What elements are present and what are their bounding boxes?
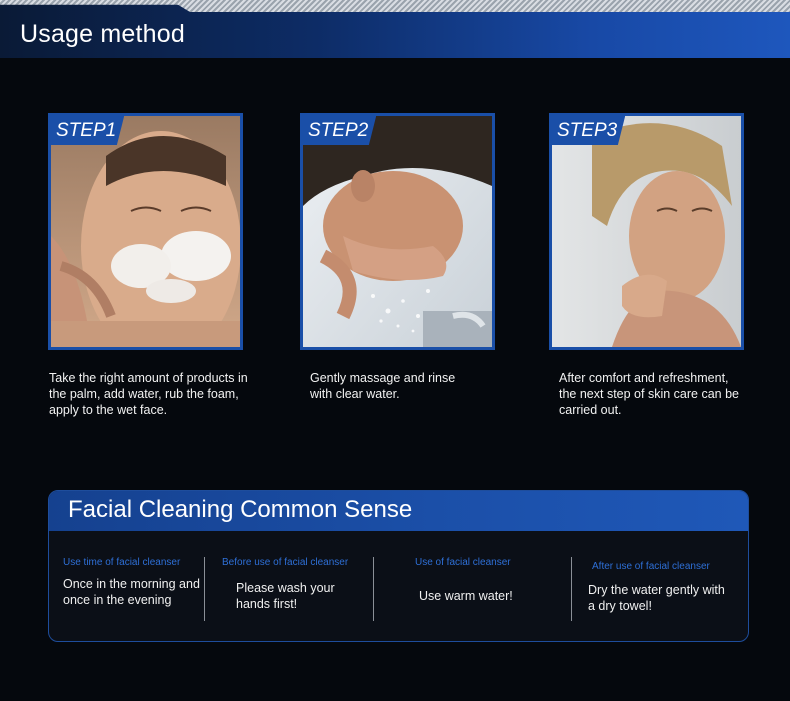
tip-body: Please wash your hands first!: [236, 581, 335, 611]
face-foam-photo: [51, 116, 240, 347]
step-2-description: Gently massage and rinse with clear wate…: [310, 371, 456, 401]
tip-heading: Before use of facial cleanser: [222, 557, 349, 568]
step-3-card: STEP3: [549, 113, 744, 350]
tip-body: Use warm water!: [419, 589, 513, 603]
step-1-description: Take the right amount of products in the…: [49, 371, 248, 417]
common-sense-title: Facial Cleaning Common Sense: [68, 496, 413, 523]
step-1-card: STEP1: [48, 113, 243, 350]
column-divider: [204, 557, 205, 621]
tip-heading: Use of facial cleanser: [415, 557, 511, 568]
tip-column-during-use: Use of facial cleanser Use warm water!: [415, 557, 575, 604]
refreshed-face-photo: [552, 116, 741, 347]
page-title: Usage method: [20, 20, 185, 48]
tip-body: Dry the water gently with a dry towel!: [588, 583, 725, 613]
rinsing-face-photo: [303, 116, 492, 347]
tip-column-before-use: Before use of facial cleanser Please was…: [222, 557, 372, 612]
common-sense-header: Facial Cleaning Common Sense: [49, 491, 748, 531]
column-divider: [571, 557, 572, 621]
tip-heading: After use of facial cleanser: [592, 561, 710, 572]
step-label: STEP3: [552, 116, 626, 145]
step-label: STEP1: [51, 116, 125, 145]
step-label: STEP2: [303, 116, 377, 145]
common-sense-panel: Facial Cleaning Common Sense Use time of…: [48, 490, 749, 642]
decorative-stripes: [0, 0, 790, 12]
step-2-card: STEP2: [300, 113, 495, 350]
step-3-description: After comfort and refreshment, the next …: [559, 371, 739, 417]
tip-column-after-use: After use of facial cleanser Dry the wat…: [588, 557, 742, 614]
tip-heading: Use time of facial cleanser: [63, 557, 181, 568]
column-divider: [373, 557, 374, 621]
tip-column-usage-time: Use time of facial cleanser Once in the …: [63, 557, 203, 608]
tip-body: Once in the morning and once in the even…: [63, 577, 200, 607]
header-banner: Usage method: [0, 0, 790, 58]
